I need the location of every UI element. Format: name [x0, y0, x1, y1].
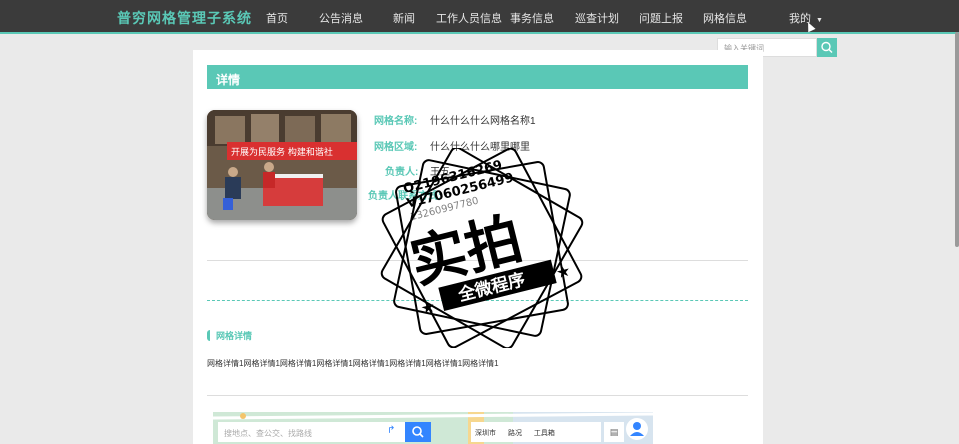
- grid-photo-image: 开展为民服务 构建和谐社: [207, 110, 357, 220]
- app-title[interactable]: 普穷网格管理子系统: [117, 8, 252, 28]
- nav-item-grid-info[interactable]: 网格信息: [703, 10, 747, 26]
- section-marker-icon: [207, 330, 210, 341]
- map-traffic-toggle[interactable]: 路况: [508, 430, 522, 437]
- divider: [207, 395, 748, 396]
- nav-item-affairs[interactable]: 事务信息: [510, 10, 554, 26]
- watermark-stamp-graphic: Q2196316269 V17060256499 13260997780 实拍 …: [380, 146, 584, 350]
- nav-item-issue-report[interactable]: 问题上报: [639, 10, 683, 26]
- nav-item-news[interactable]: 新闻: [393, 10, 415, 26]
- grid-photo: 开展为民服务 构建和谐社: [207, 110, 357, 220]
- map-search-button[interactable]: [405, 422, 431, 442]
- grid-detail-content: 网格详情1网格详情1网格详情1网格详情1网格详情1网格详情1网格详情1网格详情1: [207, 359, 499, 368]
- search-icon: [412, 426, 424, 438]
- map-widget[interactable]: 搜地点、查公交、找路线 ↱ 深圳市 路况 工具箱 ▤: [213, 412, 653, 444]
- grid-name-value: 什么什么什么网格名称1: [430, 116, 536, 127]
- grid-detail-title: 网格详情: [207, 329, 252, 342]
- map-toolbar: 深圳市 路况 工具箱: [471, 422, 601, 442]
- grid-detail-title-text: 网格详情: [216, 331, 253, 341]
- nav-item-home[interactable]: 首页: [266, 10, 288, 26]
- map-search-input[interactable]: 搜地点、查公交、找路线: [218, 422, 386, 442]
- nav-item-staff-info[interactable]: 工作人员信息: [436, 10, 502, 26]
- map-user-button[interactable]: [626, 418, 648, 440]
- star-icon: ★: [554, 261, 573, 283]
- user-icon: [630, 422, 644, 436]
- star-icon: ★: [419, 296, 438, 318]
- map-city-select[interactable]: 深圳市: [475, 430, 496, 437]
- grid-name-label: 网格名称:: [374, 116, 418, 127]
- nav-item-patrol-plan[interactable]: 巡查计划: [575, 10, 619, 26]
- map-toolbox-button[interactable]: 工具箱: [534, 430, 555, 437]
- watermark-stamp: Q2196316269 V17060256499 13260997780 实拍 …: [372, 146, 592, 350]
- detail-header: 详情: [207, 65, 748, 89]
- nav-item-announcements[interactable]: 公告消息: [319, 10, 363, 26]
- page-scrollbar[interactable]: [955, 32, 959, 247]
- search-icon: [821, 41, 833, 53]
- chevron-down-icon: ▼: [816, 17, 823, 24]
- route-icon[interactable]: ↱: [381, 422, 405, 442]
- search-button[interactable]: [817, 38, 837, 57]
- chat-icon[interactable]: ▤: [604, 422, 624, 442]
- photo-banner-text: 开展为民服务 构建和谐社: [231, 146, 333, 158]
